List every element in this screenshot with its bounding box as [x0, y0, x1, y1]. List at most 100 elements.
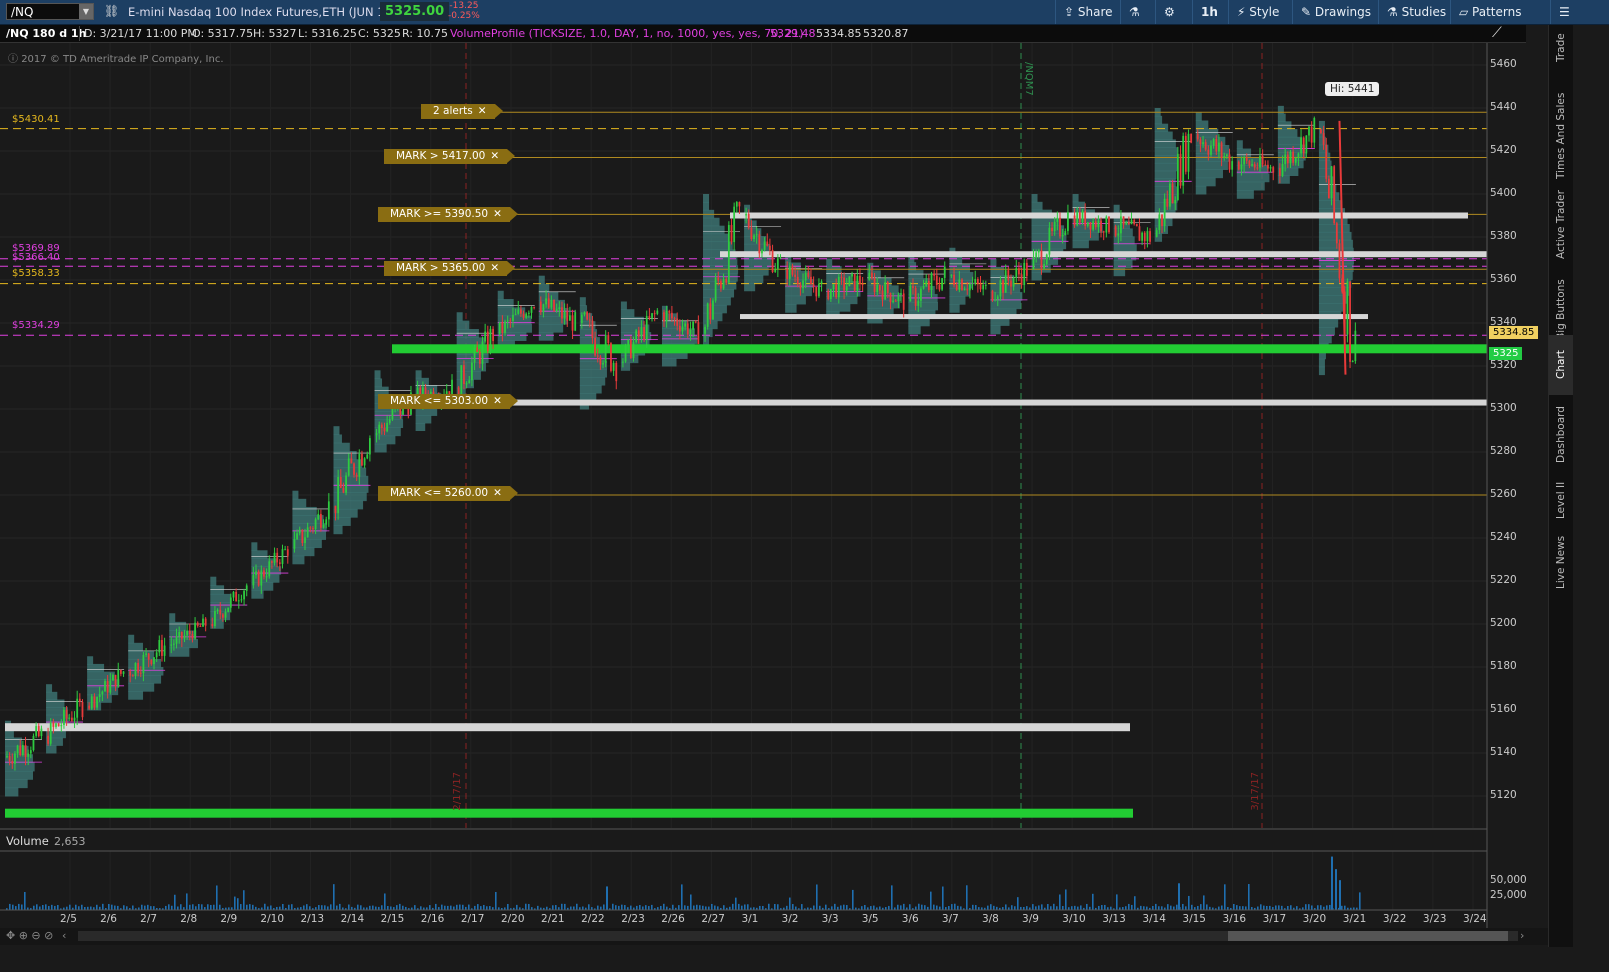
time-axis-tick: 2/27	[701, 913, 725, 925]
close-icon[interactable]: ✕	[478, 105, 487, 117]
candle-body	[1248, 160, 1251, 166]
volume-bar	[744, 904, 746, 910]
candle-body	[843, 277, 845, 291]
candle-body	[1300, 137, 1302, 154]
candle-body	[1133, 219, 1136, 225]
tab-dashboard[interactable]: Dashboard	[1549, 397, 1573, 473]
menu-button[interactable]: ☰	[1550, 0, 1571, 24]
close-icon[interactable]: ✕	[493, 208, 502, 220]
volume-bar	[24, 891, 26, 910]
volume-bar	[933, 904, 935, 910]
candle-body	[368, 438, 371, 455]
close-icon[interactable]: ✕	[493, 487, 502, 499]
volume-bar	[525, 903, 527, 910]
profile-bar	[1031, 201, 1043, 211]
volume-bar	[717, 906, 719, 910]
alert-button[interactable]: MARK <= 5260.00 ✕	[378, 486, 518, 501]
candle-body	[607, 334, 610, 344]
volume-bar	[552, 905, 554, 910]
candle-body	[761, 249, 763, 254]
profile-bar	[703, 336, 710, 345]
volume-bar	[831, 906, 833, 910]
tab-active-trader[interactable]: Active Trader	[1549, 175, 1573, 275]
tab-live-news[interactable]: Live News	[1549, 525, 1573, 599]
profile-bar	[661, 358, 677, 367]
candle-body	[984, 284, 987, 286]
candle-body	[779, 257, 782, 259]
candle-body	[273, 552, 276, 563]
zoom-controls[interactable]: ✥ ⊕ ⊖ ⊘	[6, 929, 53, 942]
candle-body	[1182, 135, 1185, 186]
candle-body	[583, 312, 586, 315]
candle-body	[612, 362, 615, 371]
candle-body	[8, 756, 11, 761]
draw-tool-icon[interactable]: ⟋	[1492, 25, 1502, 41]
close-icon[interactable]: ✕	[490, 150, 499, 162]
scrollbar-thumb[interactable]	[1228, 931, 1508, 941]
candle-body	[1199, 139, 1202, 145]
close-icon[interactable]: ✕	[490, 262, 499, 274]
candle-body	[252, 575, 255, 586]
volume-bar	[993, 905, 995, 910]
expiry-label: 2/17/17	[452, 772, 463, 811]
candle-body	[1267, 164, 1269, 169]
chevron-right-icon[interactable]: ›	[1520, 929, 1524, 942]
candle-body	[463, 365, 465, 385]
alert-button[interactable]: MARK > 5417.00 ✕	[384, 149, 516, 164]
tab-trade[interactable]: Trade	[1549, 25, 1573, 70]
profile-bar	[703, 273, 738, 282]
candle-body	[881, 290, 884, 300]
candle-body	[298, 529, 301, 534]
candle-body	[788, 265, 791, 279]
volume-bar	[1287, 905, 1289, 910]
profile-bar	[1154, 202, 1178, 211]
profile-bar	[1072, 240, 1089, 249]
volume-bar	[102, 903, 104, 910]
tab-level-ii[interactable]: Level II	[1549, 469, 1573, 531]
candle-body	[1040, 250, 1043, 269]
volume-bar	[234, 896, 236, 910]
horizontal-scrollbar[interactable]	[78, 931, 1518, 941]
candle-body	[476, 347, 479, 352]
profile-bar	[46, 730, 66, 739]
time-axis-tick: 2/16	[420, 913, 445, 925]
candle-body	[755, 234, 758, 236]
volume-bar	[216, 885, 218, 910]
candle-body	[276, 552, 279, 563]
candle-body	[1354, 330, 1357, 361]
volume-bar	[435, 903, 437, 910]
alert-button[interactable]: MARK >= 5390.50 ✕	[378, 207, 518, 222]
alert-label: MARK > 5365.00	[396, 262, 486, 274]
volume-bar	[615, 905, 617, 910]
volume-bar	[1086, 903, 1088, 910]
copyright-notice: ⓘ 2017 © TD Ameritrade IP Company, Inc.	[8, 50, 224, 65]
volume-bar	[888, 905, 890, 910]
candle-body	[129, 671, 132, 676]
price-chart[interactable]	[0, 0, 1548, 928]
candle-body	[840, 276, 843, 278]
candle-body	[481, 341, 484, 364]
close-icon[interactable]: ✕	[493, 395, 502, 407]
candle-body	[545, 298, 547, 305]
candle-body	[1302, 137, 1305, 154]
alerts-count-button[interactable]: 2 alerts ✕	[421, 104, 503, 119]
volume-bar	[1290, 905, 1292, 910]
profile-bar	[744, 275, 764, 284]
price-axis-tick: 5320	[1490, 359, 1517, 371]
copyright-text: 2017 © TD Ameritrade IP Company, Inc.	[21, 54, 224, 65]
candle-body	[317, 513, 320, 520]
candle-body	[1196, 133, 1199, 140]
candle-body	[922, 285, 925, 289]
candle-body	[16, 745, 19, 754]
candle-body	[884, 282, 887, 300]
profile-bar	[292, 539, 322, 549]
candle-body	[969, 283, 971, 291]
profile-bar	[1113, 259, 1133, 269]
alert-button[interactable]: MARK <= 5303.00 ✕	[378, 394, 518, 409]
candle-body	[29, 750, 32, 754]
profile-bar	[703, 201, 710, 211]
resistance-band	[720, 251, 1487, 258]
alert-button[interactable]: MARK > 5365.00 ✕	[384, 261, 516, 276]
chevron-left-icon[interactable]: ‹	[62, 929, 66, 942]
tab-chart[interactable]: Chart	[1549, 335, 1573, 395]
